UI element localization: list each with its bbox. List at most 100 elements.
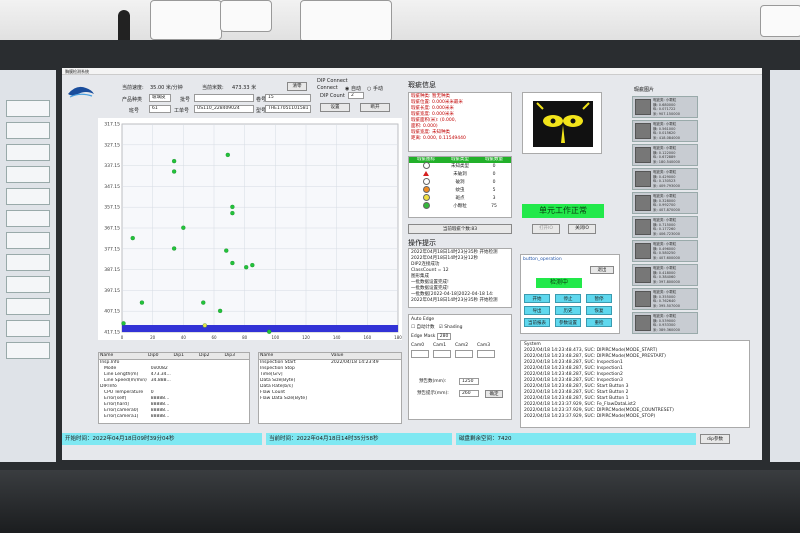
- flaw-thumbnail-line: 瑕疵类: 小颗粒: [653, 314, 677, 318]
- time-table-header-cell: Value: [331, 353, 344, 358]
- flaw-thumbnail-line: 纵: 0.384060: [653, 275, 676, 279]
- power-socket: [300, 0, 392, 42]
- flaw-info-title: 瑕疵信息: [408, 81, 436, 89]
- flaw-thumbnail[interactable]: 瑕疵类: 小颗粒 横: 0.680000 纵: 0.071722 米: 907.150…: [632, 96, 698, 118]
- stop-button[interactable]: 停止: [555, 294, 581, 303]
- flaw-info-lines: 瑕疵种类: 暂无种类 瑕疵位置: 0.000米米最米 瑕疵长度: 0.000米米 瑕疵…: [411, 94, 509, 142]
- params-button[interactable]: 参数设置: [555, 318, 581, 327]
- table-row: Flaw Data Size[Byte]: [259, 396, 401, 402]
- settings-button[interactable]: 设置: [320, 103, 350, 112]
- flaw-image: [635, 171, 651, 187]
- team-field[interactable]: 61: [149, 105, 171, 113]
- flaw-thumbnail[interactable]: 瑕疵类: 小颗粒 横: 0.496000 纵: 0.580250 米: 407.600…: [632, 240, 698, 262]
- flaw-total-button[interactable]: 当前瑕疵个数:83: [408, 224, 512, 234]
- work-order-field[interactable]: US110_228409024: [194, 105, 254, 113]
- cam0-select[interactable]: [411, 350, 429, 358]
- recheck-button[interactable]: 重检: [586, 318, 612, 327]
- resume-button[interactable]: 恢复: [586, 306, 612, 315]
- pre-flaw-field[interactable]: 1250: [459, 378, 479, 385]
- flaw-thumbnail-line: 瑕疵类: 小颗粒: [653, 170, 677, 174]
- cam2-select[interactable]: [455, 350, 473, 358]
- flaw-thumbnail-text: 瑕疵类: 小颗粒 横: 0.539000 纵: 0.933300 米: 389.360…: [653, 314, 680, 332]
- flaw-thumbnail[interactable]: 瑕疵类: 小颗粒 横: 0.429000 纵: 0.130523 米: 409.793…: [632, 168, 698, 190]
- speed-value: 35.00 米/分钟: [150, 85, 183, 91]
- table-cell: Error[camera1]: [104, 414, 139, 419]
- disconnect-button[interactable]: 断开: [360, 103, 390, 112]
- x-tick-label: 140: [333, 335, 341, 340]
- table-cell: [330, 396, 401, 402]
- wall-switch: [760, 5, 800, 37]
- batch-field[interactable]: [194, 94, 254, 102]
- unit-status-banner: 单元工作正常: [522, 204, 604, 218]
- close-io-button[interactable]: 关闭IO: [568, 224, 596, 234]
- left-monitor-item: [6, 188, 50, 205]
- flaw-thumbnail-line: 纵: 0.992700: [653, 203, 676, 207]
- flaw-point: [171, 158, 177, 164]
- shading-checkbox[interactable]: ☑ Shading: [439, 325, 463, 330]
- edge-mask-field[interactable]: 280: [436, 333, 452, 340]
- auto-count-checkbox[interactable]: ☐ 自动计数: [411, 325, 434, 330]
- left-monitor-item: [6, 166, 50, 183]
- edge-mask-label: Edge Mask: [411, 334, 436, 339]
- report-button[interactable]: 当前报表: [524, 318, 550, 327]
- open-io-button[interactable]: 打开IO: [532, 224, 560, 234]
- flaw-thumbnail[interactable]: 瑕疵类: 小颗粒 横: 0.715000 纵: 0.177260 米: 406.723…: [632, 216, 698, 238]
- system-log-panel: System 2022/04/18 14:23:48.473, SUC: DIP…: [520, 340, 750, 428]
- flaw-thumbnail[interactable]: 瑕疵类: 小颗粒 横: 0.418000 纵: 0.384060 米: 397.800…: [632, 264, 698, 286]
- flaw-thumbnail[interactable]: 瑕疵类: 小颗粒 横: 0.328000 纵: 0.992700 米: 407.870…: [632, 192, 698, 214]
- cam1-select[interactable]: [433, 350, 451, 358]
- confirm-button[interactable]: 确定: [485, 390, 503, 398]
- start-time-status: 开始时间：2022年04月18日09时39分04秒: [62, 433, 262, 445]
- export-button[interactable]: 导出: [524, 306, 550, 315]
- cam3-select[interactable]: [477, 350, 495, 358]
- y-tick-label: 407.15: [104, 309, 120, 315]
- flaw-thumbnail[interactable]: 瑕疵类: 小颗粒 横: 0.355000 纵: 0.762640 米: 395.507…: [632, 288, 698, 310]
- dip-params-button[interactable]: dip参数: [700, 434, 730, 444]
- pause-button[interactable]: 暂停: [586, 294, 612, 303]
- x-tick-label: 40: [181, 335, 187, 340]
- time-table-header: Name Value: [259, 353, 401, 360]
- flaw-thumbnail[interactable]: 瑕疵类: 小颗粒 横: 0.561000 纵: 0.015620 米: 418.084…: [632, 120, 698, 142]
- manual-radio[interactable]: ○ 手动: [367, 85, 383, 92]
- flaw-thumbnail-line: 米: 407.600000: [653, 255, 680, 260]
- flaw-image: [635, 195, 651, 211]
- flaw-image: [635, 219, 651, 235]
- history-button[interactable]: 历史: [555, 306, 581, 315]
- roll-field[interactable]: 15: [265, 94, 311, 102]
- pre-notice-field[interactable]: 260: [459, 390, 479, 397]
- flaw-thumbnail-line: 纵: 0.015620: [653, 131, 676, 135]
- dip-info-header-cell: Name: [100, 353, 114, 358]
- free-space-status: 磁盘剩余空间：7420: [456, 433, 696, 445]
- model-field[interactable]: THE17051101581: [265, 105, 311, 113]
- y-tick-label: 397.15: [104, 288, 120, 294]
- flaw-type-count: 0: [492, 164, 496, 169]
- left-monitor-screen: [0, 70, 56, 462]
- table-cell: [199, 414, 224, 420]
- y-tick-label: 417.15: [104, 330, 120, 336]
- flaw-thumbnail[interactable]: 瑕疵类: 小颗粒 横: 0.539000 纵: 0.933300 米: 389.360…: [632, 312, 698, 334]
- company-logo-icon: [68, 86, 94, 98]
- start-button[interactable]: 开始: [524, 294, 550, 303]
- flaw-thumbnail-text: 瑕疵类: 小颗粒 横: 0.561000 纵: 0.015620 米: 418.084…: [653, 122, 680, 140]
- exit-button[interactable]: 退出: [590, 266, 614, 274]
- reset-button[interactable]: 清零: [287, 82, 307, 91]
- flaw-type-name: 小颗粒: [453, 204, 467, 209]
- auto-radio[interactable]: ◉ 自动: [345, 85, 361, 92]
- flaw-point: [230, 204, 235, 210]
- flaw-type-name: 未破洞: [453, 172, 467, 177]
- flaw-type-name: 斑点: [455, 196, 465, 201]
- left-monitor-item: [6, 122, 50, 139]
- y-tick-label: 387.15: [104, 267, 120, 273]
- length-label: 当前米数:: [202, 85, 224, 91]
- right-monitor-screen: [770, 70, 800, 462]
- flaw-type-icon-cell: [409, 202, 443, 212]
- flaw-thumbnail[interactable]: 瑕疵类: 小颗粒 横: 0.122000 纵: 0.672889 米: 180.540…: [632, 144, 698, 166]
- flaw-thumbnail-line: 米: 907.150000: [653, 111, 680, 116]
- table-row: 未知类型 0: [409, 162, 511, 171]
- flaw-point: [230, 260, 235, 266]
- product-field[interactable]: 玻璃皮: [149, 94, 171, 102]
- flaw-type-table: 瑕疵图标 瑕疵类型 瑕疵数量 未知类型 0 未破洞 0 破洞 0 蚊虫 5 斑点 3 小颗粒 75: [408, 156, 512, 218]
- circle-orange-icon: [422, 186, 430, 193]
- ops-log-line: 2022年04月18日14时23分35秒 开始检测: [411, 298, 498, 303]
- dip-count-field[interactable]: 2: [348, 92, 364, 99]
